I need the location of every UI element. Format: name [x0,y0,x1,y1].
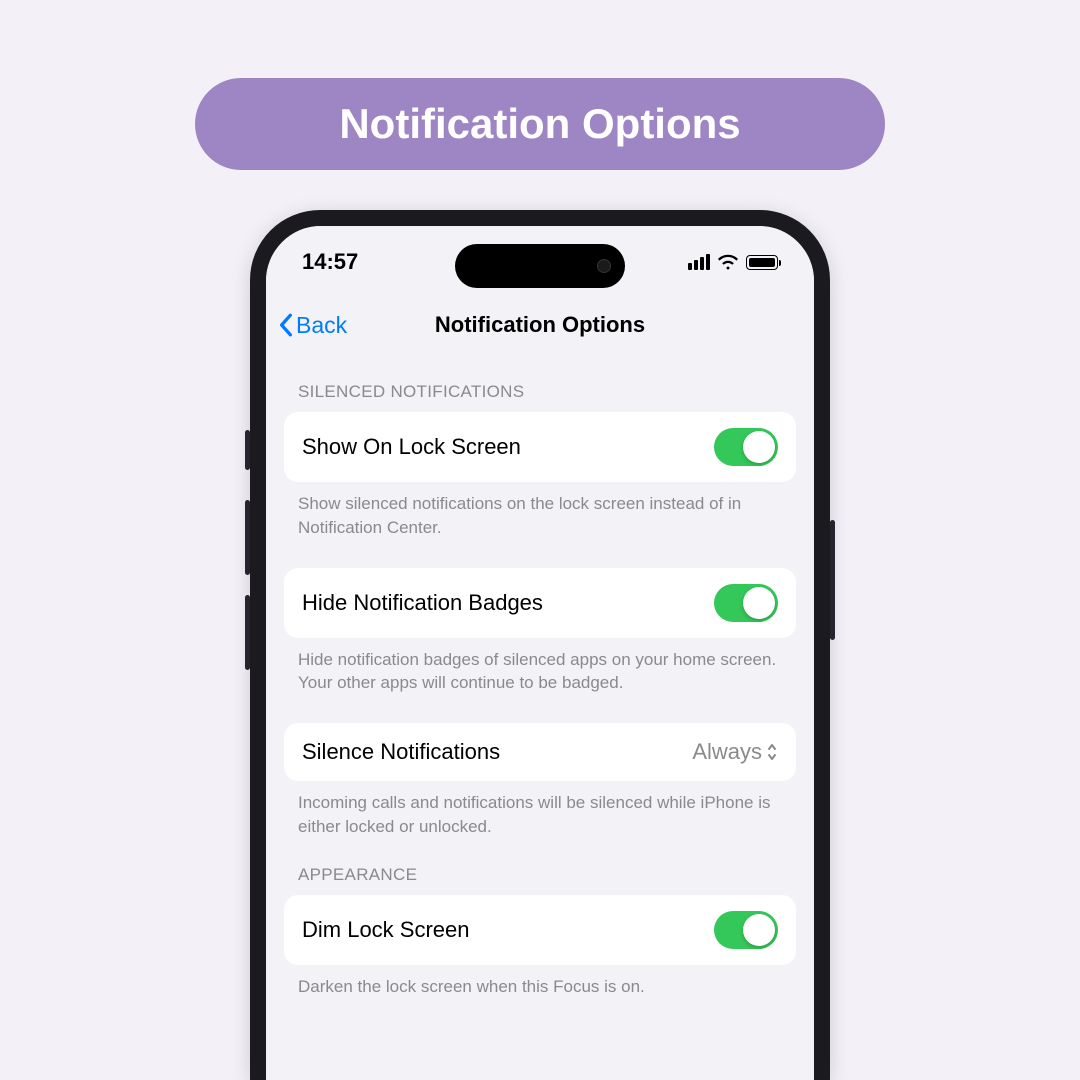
power-button [830,520,835,640]
chevron-left-icon [278,313,294,337]
settings-content: SILENCED NOTIFICATIONS Show On Lock Scre… [266,352,814,999]
row-dim-lock-screen[interactable]: Dim Lock Screen [284,895,796,965]
wifi-icon [717,254,739,270]
row-label: Silence Notifications [302,739,500,765]
camera-icon [597,259,611,273]
row-show-on-lock-screen[interactable]: Show On Lock Screen [284,412,796,482]
page-banner: Notification Options [195,78,885,170]
row-label: Hide Notification Badges [302,590,543,616]
page-title: Notification Options [435,312,645,338]
footer-silence: Incoming calls and notifications will be… [284,781,796,839]
toggle-dim-lock-screen[interactable] [714,911,778,949]
banner-title: Notification Options [339,100,740,148]
row-silence-notifications[interactable]: Silence Notifications Always [284,723,796,781]
row-value: Always [692,739,778,765]
back-label: Back [296,312,347,339]
battery-icon [746,255,778,270]
nav-header: Back Notification Options [266,298,814,352]
footer-show-on-lock: Show silenced notifications on the lock … [284,482,796,540]
phone-frame: 14:57 Ba [250,210,830,1080]
dynamic-island [455,244,625,288]
updown-icon [766,743,778,761]
back-button[interactable]: Back [278,312,347,339]
section-header-silenced: SILENCED NOTIFICATIONS [284,352,796,412]
status-time: 14:57 [302,249,358,275]
status-icons [688,254,778,270]
footer-dim: Darken the lock screen when this Focus i… [284,965,796,999]
phone-screen: 14:57 Ba [266,226,814,1080]
row-label: Dim Lock Screen [302,917,470,943]
toggle-hide-badges[interactable] [714,584,778,622]
cellular-icon [688,254,710,270]
row-label: Show On Lock Screen [302,434,521,460]
row-hide-notification-badges[interactable]: Hide Notification Badges [284,568,796,638]
section-header-appearance: APPEARANCE [284,839,796,895]
toggle-show-on-lock-screen[interactable] [714,428,778,466]
footer-hide-badges: Hide notification badges of silenced app… [284,638,796,696]
